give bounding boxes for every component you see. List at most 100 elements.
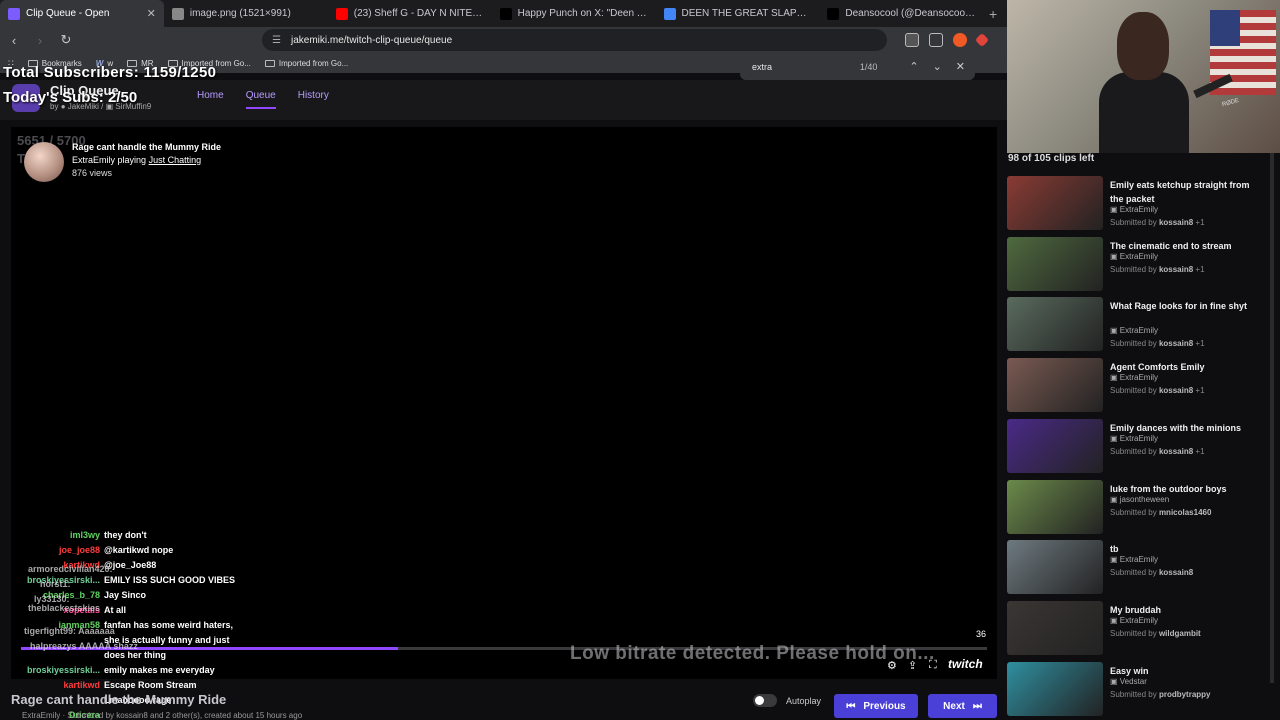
current-clip-title: Rage cant handle the Mummy Ride	[11, 692, 227, 707]
clip-thumbnail[interactable]	[1007, 358, 1103, 413]
find-input[interactable]: extra	[752, 62, 860, 72]
clip-card-title[interactable]: What Rage looks for in fine shyt	[1110, 299, 1265, 313]
chat-message: @kartikwd nope	[104, 544, 174, 555]
clip-card-title[interactable]: luke from the outdoor boys	[1110, 482, 1265, 496]
browser-tab[interactable]: Deansocool (@Deansocool) / X	[819, 0, 983, 27]
clip-card-author-name: ExtraEmily	[1119, 205, 1159, 214]
back-icon[interactable]: ‹	[6, 33, 22, 48]
queue-clip-card[interactable]: tb ▣ ExtraEmily Submitted by kossain8	[1007, 540, 1272, 596]
bookmark-icon[interactable]	[905, 33, 919, 47]
category-link[interactable]: Just Chatting	[149, 155, 202, 165]
find-prev-icon[interactable]: ⌃	[909, 60, 918, 73]
find-next-icon[interactable]: ⌄	[933, 60, 942, 73]
share-icon[interactable]: ⇪	[908, 659, 917, 672]
browser-tab[interactable]: DEEN THE GREAT SLAPPED - Google	[656, 0, 820, 27]
chat-line: iml3wy they don't	[0, 527, 300, 542]
tab-title: Deansocool (@Deansocool) / X	[845, 8, 976, 19]
clip-card-author: ▣ ExtraEmily	[1110, 616, 1158, 625]
queue-clip-card[interactable]: Easy win ▣ Vedstar Submitted by prodbytrap…	[1007, 661, 1272, 718]
clip-thumbnail[interactable]	[1007, 600, 1103, 655]
clip-views: 876 views	[72, 168, 113, 178]
clip-card-title[interactable]: Easy win	[1110, 664, 1265, 678]
queue-clip-card[interactable]: Agent Comforts Emily ▣ ExtraEmily Submitte…	[1007, 358, 1272, 414]
nav-queue[interactable]: Queue	[245, 90, 276, 109]
chat-username[interactable]: iml3wy	[0, 530, 104, 540]
chat-username[interactable]: joe_joe88	[0, 545, 104, 555]
autoplay-toggle[interactable]	[753, 694, 777, 707]
twitch-logo[interactable]: twitch	[948, 657, 983, 671]
clip-card-title[interactable]: Agent Comforts Emily	[1110, 360, 1265, 374]
settings-icon[interactable]: ⚙	[887, 659, 897, 672]
clip-thumbnail[interactable]	[1007, 418, 1103, 473]
submitter-name: mnicolas1460	[1158, 507, 1212, 517]
clip-title[interactable]: Rage cant handle the Mummy Ride	[72, 142, 221, 152]
autoplay-label: Autoplay	[786, 695, 822, 706]
share-icon[interactable]	[929, 33, 943, 47]
submitter-name: prodbytrappy	[1158, 689, 1211, 699]
submitted-label: Submitted by	[1110, 339, 1157, 349]
find-close-icon[interactable]: ✕	[956, 60, 965, 73]
bookmark-item-imported-2[interactable]: Imported from Go...	[264, 59, 348, 68]
autoplay-control[interactable]: Autoplay	[753, 694, 821, 707]
clip-thumbnail[interactable]	[1007, 540, 1103, 595]
chat-ghost: armoredcivilian420:	[28, 564, 113, 574]
queue-scrollbar[interactable]	[1270, 153, 1274, 683]
forward-icon[interactable]: ›	[32, 33, 48, 48]
clip-card-author-name: ExtraEmily	[1119, 251, 1159, 261]
tab-title: DEEN THE GREAT SLAPPED - Google	[681, 8, 812, 19]
clip-card-author-name: Vedstar	[1119, 676, 1147, 686]
queue-clip-card[interactable]: What Rage looks for in fine shyt ▣ ExtraE…	[1007, 297, 1272, 353]
browser-tab[interactable]: image.png (1521×991)	[164, 0, 328, 27]
queue-clip-card[interactable]: Emily dances with the minions ▣ ExtraEmil…	[1007, 418, 1272, 475]
clip-card-submitter: Submitted by prodbytrappy	[1110, 690, 1211, 699]
reload-icon[interactable]: ↻	[58, 32, 74, 48]
new-tab-icon[interactable]: +	[983, 6, 1003, 22]
fullscreen-icon[interactable]: ⛶	[929, 659, 937, 672]
clip-card-title[interactable]: Emily dances with the minions	[1110, 421, 1265, 435]
chat-ghost: horst1:	[40, 579, 71, 589]
browser-toolbar: ‹ › ↻ ☰ jakemiki.me/twitch-clip-queue/qu…	[0, 27, 1007, 53]
brave-shield-icon[interactable]	[953, 33, 967, 47]
submitter-name: kossain8	[1158, 339, 1194, 349]
queue-clip-card[interactable]: My bruddah ▣ ExtraEmily Submitted by wildg…	[1007, 600, 1272, 657]
next-icon: ⏭	[972, 700, 982, 712]
nav-home[interactable]: Home	[197, 90, 224, 109]
clip-card-title[interactable]: tb	[1110, 542, 1265, 556]
site-info-icon[interactable]: ☰	[272, 35, 281, 46]
clip-card-title[interactable]: My bruddah	[1110, 603, 1265, 617]
address-bar[interactable]: ☰ jakemiki.me/twitch-clip-queue/queue	[262, 29, 887, 51]
chat-username[interactable]: broskiyessirski...	[0, 665, 104, 675]
tab-title: (23) Sheff G - DAY N NITE Freestyle (\	[353, 8, 484, 19]
streamer-avatar[interactable]	[24, 142, 64, 182]
clip-card-title[interactable]: The cinematic end to stream	[1110, 239, 1265, 253]
queue-clip-card[interactable]: luke from the outdoor boys ▣ jasontheween…	[1007, 479, 1272, 536]
overlay-total-subs: Total Subscribers: 1159/1250	[3, 64, 217, 81]
find-count: 1/40	[859, 61, 878, 72]
submitter-name: kossain8	[1158, 386, 1194, 396]
time-counter: 36	[975, 629, 986, 639]
clip-card-title[interactable]: Emily eats ketchup straight from the pac…	[1110, 178, 1265, 206]
queue-clip-card[interactable]: Emily eats ketchup straight from the pac…	[1007, 176, 1272, 232]
chat-message: At all	[104, 604, 127, 615]
queue-clip-card[interactable]: The cinematic end to stream ▣ ExtraEmily S…	[1007, 236, 1272, 293]
tab-close-icon[interactable]: ✕	[147, 7, 156, 20]
clip-thumbnail[interactable]	[1007, 297, 1103, 352]
submitter-name: kossain8	[1158, 218, 1194, 227]
tab-title: Clip Queue - Open	[26, 8, 110, 19]
twitch-channel-icon: ▣	[1110, 676, 1120, 686]
clip-thumbnail[interactable]	[1007, 236, 1103, 291]
clip-thumbnail[interactable]	[1007, 661, 1103, 716]
chat-message: Jay Sinco	[104, 589, 147, 600]
chat-username[interactable]: kartikwd	[0, 680, 104, 690]
browser-tabstrip: Clip Queue - Open ✕ image.png (1521×991) (2…	[0, 0, 1007, 27]
browser-tab[interactable]: Clip Queue - Open ✕	[0, 0, 164, 27]
streamer-name[interactable]: ExtraEmily	[72, 155, 115, 165]
clip-thumbnail[interactable]	[1007, 479, 1103, 534]
browser-tab[interactable]: (23) Sheff G - DAY N NITE Freestyle (\	[328, 0, 492, 27]
nav-history[interactable]: History	[298, 90, 329, 109]
previous-button[interactable]: ⏮ Previous	[834, 694, 918, 718]
rewards-icon[interactable]	[974, 32, 990, 48]
next-button[interactable]: Next ⏭	[928, 694, 997, 718]
clip-thumbnail[interactable]	[1007, 176, 1103, 230]
browser-tab[interactable]: Happy Punch on X: "Deen The Great	[492, 0, 656, 27]
